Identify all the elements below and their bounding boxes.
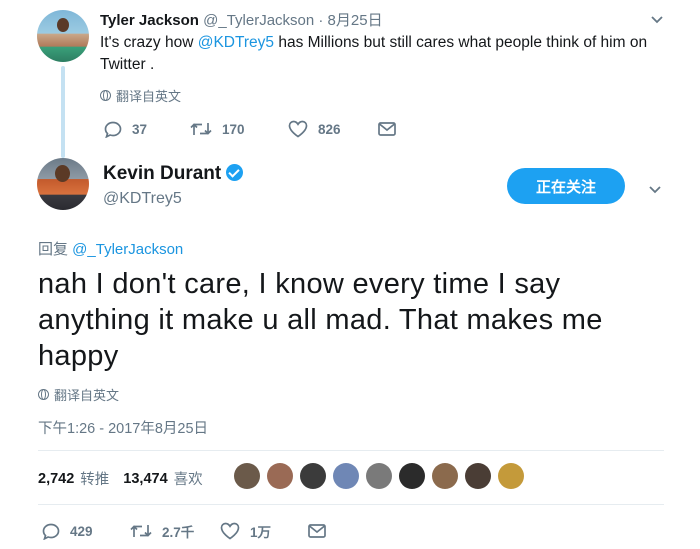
reply-to-mention-link[interactable]: @_TylerJackson <box>72 241 183 258</box>
retweet-icon <box>130 525 152 537</box>
thread-connector <box>61 66 65 158</box>
retweet-button[interactable]: 2.7千 <box>130 521 220 541</box>
tweet-translate-link[interactable]: 翻译自英文 <box>38 385 119 404</box>
parent-translate-label: 翻译自英文 <box>116 89 182 104</box>
dm-button[interactable] <box>308 524 326 538</box>
globe-icon <box>100 90 111 101</box>
tweet-translate-label: 翻译自英文 <box>54 388 120 403</box>
parent-like-count: 826 <box>318 121 341 137</box>
author-handle[interactable]: @KDTrey5 <box>103 190 182 208</box>
engagement-stats: 2,742 转推 13,474 喜欢 <box>38 468 211 489</box>
envelope-icon <box>308 524 326 538</box>
envelope-icon <box>378 122 396 136</box>
reply-icon <box>104 121 122 138</box>
liker-avatar[interactable] <box>333 463 359 489</box>
like-count: 1万 <box>250 525 272 540</box>
author-name[interactable]: Kevin Durant <box>103 163 221 184</box>
parent-retweet-count: 170 <box>222 121 245 137</box>
liker-avatar[interactable] <box>498 463 524 489</box>
parent-tweet-text: It's crazy how @KDTrey5 has Millions but… <box>100 34 648 73</box>
retweet-total[interactable]: 2,742 <box>38 471 74 487</box>
retweet-count: 2.7千 <box>162 525 195 540</box>
parent-meta[interactable]: @_TylerJackson · 8月25日 <box>199 12 382 29</box>
tweet-action-bar: 429 2.7千 1万 <box>42 521 326 541</box>
heart-icon <box>288 120 308 138</box>
parent-author-name[interactable]: Tyler Jackson <box>100 12 199 29</box>
like-total-label[interactable]: 喜欢 <box>174 468 203 489</box>
parent-reply-button[interactable]: 37 <box>104 121 190 138</box>
reply-to-line: 回复 @_TylerJackson <box>38 238 183 259</box>
divider-bottom <box>38 504 664 505</box>
parent-like-button[interactable]: 826 <box>288 120 378 138</box>
parent-avatar[interactable] <box>37 10 89 62</box>
reply-button[interactable]: 429 <box>42 523 130 540</box>
author-name-row[interactable]: Kevin Durant <box>103 163 244 185</box>
liker-avatar[interactable] <box>465 463 491 489</box>
reply-icon <box>42 523 60 540</box>
globe-icon <box>38 389 49 400</box>
verified-badge-icon <box>226 164 244 181</box>
parent-dm-button[interactable] <box>378 122 396 136</box>
reply-count: 429 <box>70 523 93 539</box>
parent-mention-link[interactable]: @KDTrey5 <box>198 34 274 51</box>
liker-avatar[interactable] <box>432 463 458 489</box>
liker-avatar[interactable] <box>234 463 260 489</box>
retweet-icon <box>190 123 212 135</box>
parent-chevron-down-icon[interactable] <box>650 13 664 27</box>
tweet-timestamp[interactable]: 下午1:26 - 2017年8月25日 <box>38 417 208 438</box>
liker-avatar[interactable] <box>366 463 392 489</box>
like-button[interactable]: 1万 <box>220 521 308 541</box>
tweet-text: nah I don't care, I know every time I sa… <box>38 268 603 372</box>
liker-avatar[interactable] <box>399 463 425 489</box>
parent-retweet-button[interactable]: 170 <box>190 121 288 137</box>
author-avatar[interactable] <box>37 158 89 210</box>
tweet-chevron-down-icon[interactable] <box>648 183 662 197</box>
like-total[interactable]: 13,474 <box>123 471 167 487</box>
parent-header: Tyler Jackson @_TylerJackson · 8月25日 <box>100 9 383 30</box>
following-button[interactable]: 正在关注 <box>507 168 625 204</box>
heart-icon <box>220 522 240 540</box>
liker-avatar[interactable] <box>300 463 326 489</box>
liker-avatar[interactable] <box>267 463 293 489</box>
parent-translate-link[interactable]: 翻译自英文 <box>100 86 181 105</box>
parent-action-bar: 37 170 826 <box>104 120 396 138</box>
liker-avatars <box>234 463 524 489</box>
reply-to-label: 回复 <box>38 241 73 258</box>
retweet-total-label[interactable]: 转推 <box>80 468 109 489</box>
divider-top <box>38 450 664 451</box>
parent-reply-count: 37 <box>132 121 148 137</box>
